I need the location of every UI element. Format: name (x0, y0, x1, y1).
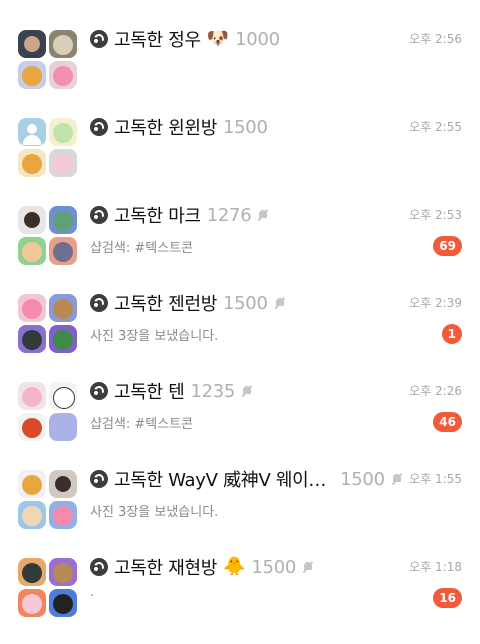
room-name: 고독한 재현방 (114, 558, 217, 579)
room-name: 고독한 윈윈방 (114, 118, 217, 139)
member-count: 1235 (190, 380, 236, 402)
room-title-line: 고독한 정우 🐶 1000 (90, 28, 280, 51)
room-name: 고독한 마크 (114, 206, 201, 227)
unread-badge: 1 (441, 324, 462, 344)
openchat-icon (90, 206, 108, 224)
default-avatar (18, 118, 46, 146)
mute-bell-icon (302, 561, 314, 573)
room-avatar-group (18, 206, 78, 266)
mute-bell-icon (274, 297, 286, 309)
chat-room-row[interactable]: 고독한 마크 1276 샵검색: #텍스트콘 오후 2:53 69 (0, 204, 480, 292)
room-avatar-group (18, 382, 78, 442)
member-avatar (18, 382, 46, 410)
unread-badge: 46 (433, 412, 462, 432)
member-avatar (18, 558, 46, 586)
room-avatar-group (18, 118, 78, 178)
member-avatar (49, 589, 77, 617)
member-avatar (49, 382, 77, 410)
room-title-line: 고독한 WayV 威神V 웨이… 1500 (90, 468, 403, 491)
mute-bell-icon (241, 385, 253, 397)
last-message-preview: 샵검색: #텍스트콘 (90, 241, 194, 256)
room-title-line: 고독한 재현방 🐥 1500 (90, 556, 314, 579)
chat-room-row[interactable]: 고독한 젠런방 1500 사진 3장을 보냈습니다. 오후 2:39 1 (0, 292, 480, 380)
member-avatar (18, 237, 46, 265)
chat-room-row[interactable]: 고독한 정우 🐶 1000 오후 2:56 (0, 28, 480, 116)
member-avatar (49, 325, 77, 353)
chat-room-row[interactable]: 고독한 텐 1235 샵검색: #텍스트콘 오후 2:26 46 (0, 380, 480, 468)
room-name: 고독한 WayV 威神V 웨이… (114, 470, 327, 491)
openchat-icon (90, 118, 108, 136)
member-avatar (18, 206, 46, 234)
chat-room-list: 고독한 정우 🐶 1000 오후 2:56 고독한 윈윈방 1500 오후 2:… (0, 0, 480, 624)
member-avatar (18, 470, 46, 498)
last-message-time: 오후 2:53 (409, 208, 462, 222)
member-count: 1000 (235, 28, 280, 50)
member-count: 1276 (206, 204, 252, 226)
room-emoji: 🐥 (222, 556, 246, 577)
member-count: 1500 (222, 292, 268, 314)
mute-bell-icon (391, 473, 403, 485)
openchat-icon (90, 294, 108, 312)
last-message-time: 오후 2:56 (409, 32, 462, 46)
openchat-icon (90, 382, 108, 400)
room-title-line: 고독한 마크 1276 (90, 204, 269, 227)
member-count: 1500 (251, 556, 297, 578)
member-avatar (18, 294, 46, 322)
last-message-preview: 사진 3장을 보냈습니다. (90, 505, 219, 520)
room-emoji: 🐶 (206, 28, 230, 49)
last-message-preview: 사진 3장을 보냈습니다. (90, 329, 219, 344)
member-avatar (49, 501, 77, 529)
last-message-time: 오후 2:39 (409, 296, 462, 310)
last-message-time: 오후 1:55 (409, 472, 462, 486)
room-avatar-group (18, 558, 78, 618)
room-name: 고독한 텐 (114, 382, 185, 403)
member-avatar (49, 118, 77, 146)
room-avatar-group (18, 470, 78, 530)
member-avatar (49, 470, 77, 498)
chat-room-row[interactable]: 고독한 윈윈방 1500 오후 2:55 (0, 116, 480, 204)
last-message-time: 오후 2:26 (409, 384, 462, 398)
last-message-time: 오후 1:18 (409, 560, 462, 574)
member-avatar (49, 149, 77, 177)
member-avatar (49, 30, 77, 58)
unread-badge: 69 (433, 236, 462, 256)
room-avatar-group (18, 30, 78, 90)
member-avatar (49, 206, 77, 234)
last-message-preview: · (90, 589, 95, 604)
member-avatar (18, 325, 46, 353)
openchat-icon (90, 558, 108, 576)
room-avatar-group (18, 294, 78, 354)
unread-badge: 16 (433, 588, 462, 608)
room-title-line: 고독한 윈윈방 1500 (90, 116, 268, 139)
member-avatar (49, 413, 77, 441)
member-avatar (49, 294, 77, 322)
room-title-line: 고독한 젠런방 1500 (90, 292, 286, 315)
chat-room-row[interactable]: 고독한 재현방 🐥 1500 · 오후 1:18 16 (0, 556, 480, 644)
member-avatar (18, 589, 46, 617)
chat-room-row[interactable]: 고독한 WayV 威神V 웨이… 1500 사진 3장을 보냈습니다. 오후 1… (0, 468, 480, 556)
openchat-icon (90, 30, 108, 48)
member-avatar (18, 61, 46, 89)
member-count: 1500 (340, 468, 385, 490)
openchat-icon (90, 470, 108, 488)
room-title-line: 고독한 텐 1235 (90, 380, 253, 403)
member-avatar (18, 413, 46, 441)
member-avatar (18, 149, 46, 177)
member-avatar (49, 558, 77, 586)
member-avatar (18, 30, 46, 58)
member-avatar (18, 501, 46, 529)
mute-bell-icon (257, 209, 269, 221)
member-avatar (49, 237, 77, 265)
member-avatar (49, 61, 77, 89)
last-message-preview: 샵검색: #텍스트콘 (90, 417, 194, 432)
last-message-time: 오후 2:55 (409, 120, 462, 134)
room-name: 고독한 젠런방 (114, 294, 217, 315)
room-name: 고독한 정우 (114, 30, 201, 51)
member-count: 1500 (222, 116, 268, 138)
